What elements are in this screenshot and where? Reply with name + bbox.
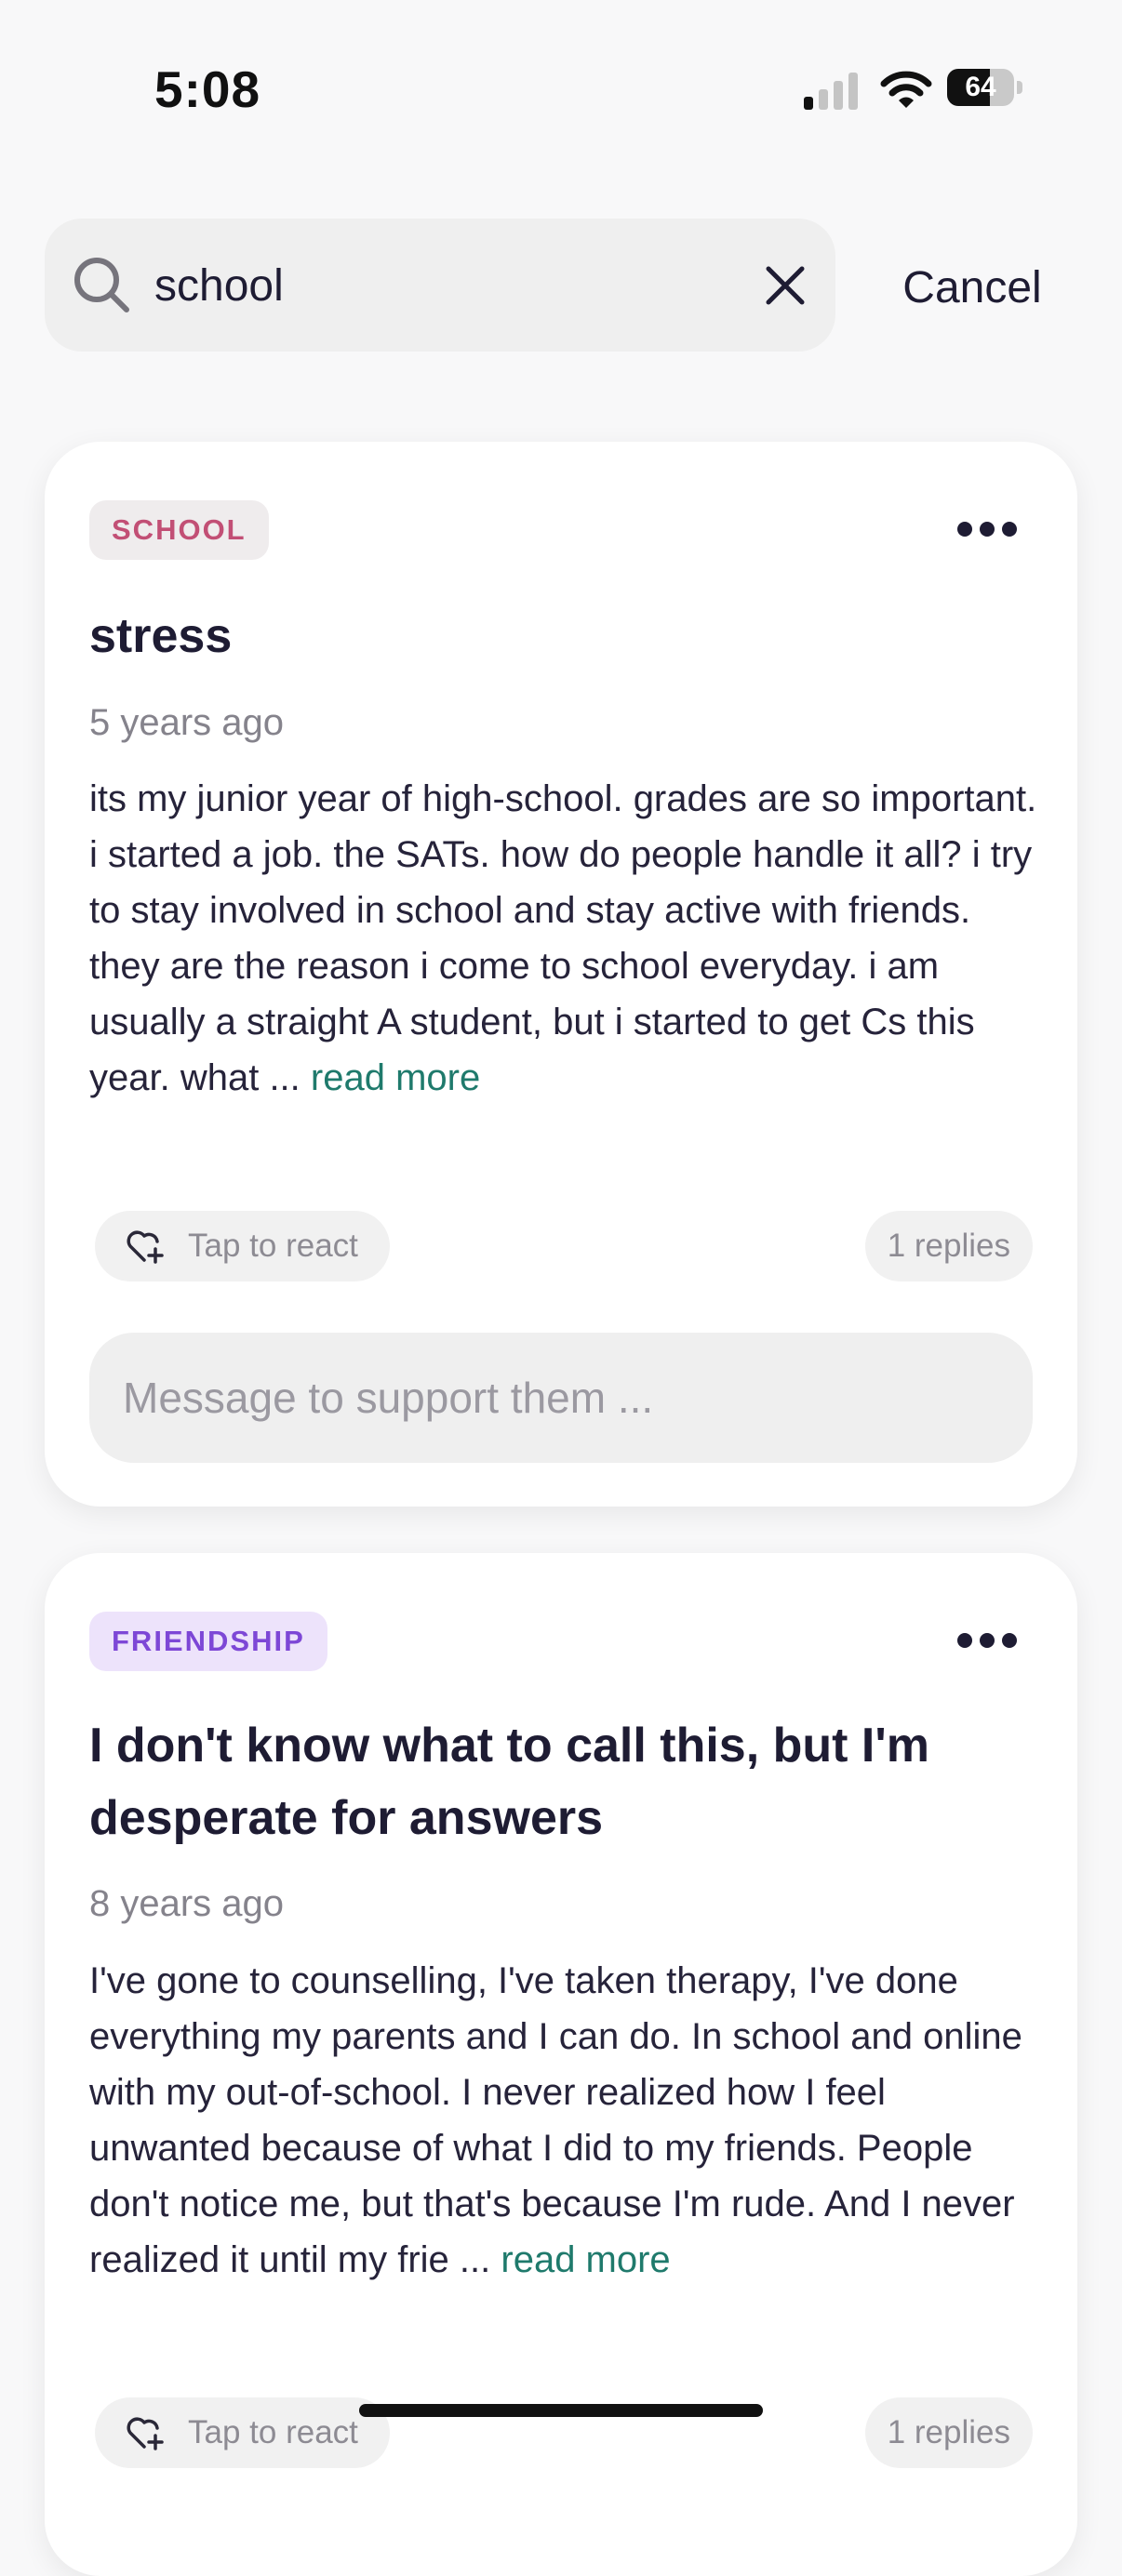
heart-add-icon (127, 2417, 164, 2450)
more-options-icon[interactable] (955, 1624, 1020, 1657)
react-label: Tap to react (188, 1228, 358, 1264)
status-time: 5:08 (154, 60, 261, 118)
cancel-button[interactable]: Cancel (865, 251, 1079, 325)
post-body-text: I've gone to counselling, I've taken the… (89, 1960, 1022, 2280)
battery-level: 64 (965, 72, 996, 102)
replies-count[interactable]: 1 replies (864, 2397, 1033, 2468)
read-more-link[interactable]: read more (501, 2239, 670, 2280)
search-icon (74, 258, 129, 312)
post-body: I've gone to counselling, I've taken the… (89, 1953, 1038, 2288)
wifi-icon (880, 71, 932, 108)
react-label: Tap to react (188, 2414, 358, 2450)
post-time: 8 years ago (89, 1883, 285, 1924)
post-body: its my junior year of high-school. grade… (89, 771, 1038, 1106)
react-button[interactable]: Tap to react (95, 1211, 390, 1281)
support-message-input[interactable] (89, 1333, 1033, 1463)
home-indicator (359, 2404, 763, 2417)
post-body-text: its my junior year of high-school. grade… (89, 778, 1037, 1098)
post-card[interactable]: FRIENDSHIP I don't know what to call thi… (45, 1553, 1077, 2576)
cellular-signal-icon (804, 73, 858, 110)
post-category-tag: FRIENDSHIP (89, 1612, 327, 1671)
react-button[interactable]: Tap to react (95, 2397, 390, 2468)
read-more-link[interactable]: read more (311, 1057, 480, 1098)
post-title: stress (89, 609, 233, 663)
battery-icon: 64 (947, 69, 1025, 110)
post-title: I don't know what to call this, but I'm … (89, 1719, 929, 1845)
search-input[interactable] (154, 246, 750, 325)
search-bar (45, 219, 835, 352)
replies-count[interactable]: 1 replies (864, 1211, 1033, 1281)
post-time: 5 years ago (89, 702, 285, 743)
status-bar: 5:08 64 (0, 0, 1122, 177)
more-options-icon[interactable] (955, 512, 1020, 546)
post-card[interactable]: SCHOOL stress 5 years ago its my junior … (45, 442, 1077, 1507)
post-category-tag: SCHOOL (89, 500, 269, 560)
heart-add-icon (127, 1230, 164, 1264)
clear-search-icon[interactable] (755, 256, 815, 315)
